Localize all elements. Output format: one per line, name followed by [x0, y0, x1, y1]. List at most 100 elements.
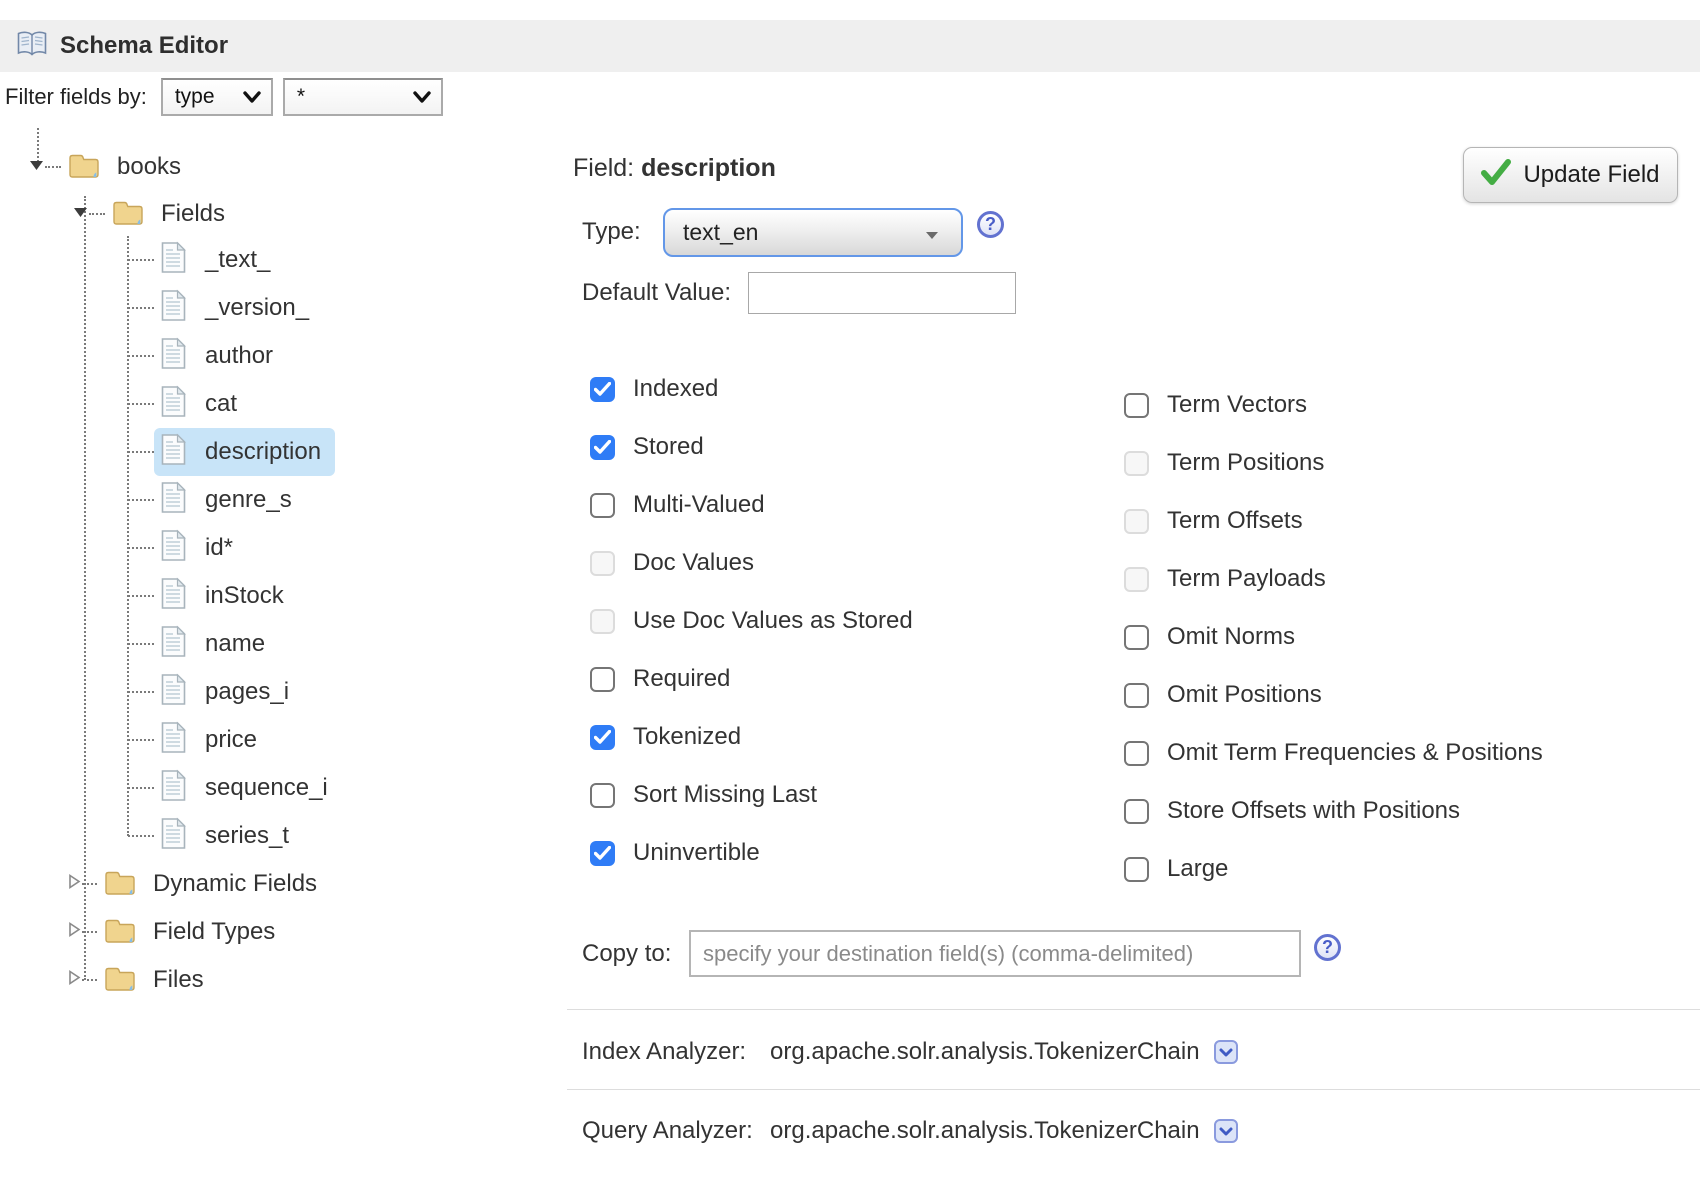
- tree-field-id[interactable]: id*: [128, 526, 247, 570]
- field-flag-label: Required: [633, 665, 730, 693]
- checked-checkbox[interactable]: [590, 377, 615, 402]
- tree-folder-dynamic-fields[interactable]: Dynamic Fields: [66, 862, 317, 906]
- tree-node-fields[interactable]: Fields: [72, 192, 225, 236]
- default-value-input[interactable]: [748, 272, 1016, 314]
- type-label: Type:: [582, 218, 641, 246]
- green-check-icon: [1481, 158, 1511, 193]
- checkbox[interactable]: [590, 551, 615, 576]
- document-icon: [160, 433, 187, 471]
- field-title-name: description: [641, 154, 776, 182]
- field-flag-label: Multi-Valued: [633, 491, 765, 519]
- field-flag-label: Term Payloads: [1167, 565, 1326, 593]
- flag-omit-positions: Omit Positions: [1124, 666, 1543, 724]
- checkbox[interactable]: [1124, 393, 1149, 418]
- chevron-down-icon: [413, 85, 431, 109]
- tree-connector-line: [128, 739, 154, 741]
- tree-field-inStock[interactable]: inStock: [128, 574, 298, 618]
- triangle-expanded-icon[interactable]: [28, 157, 45, 178]
- field-title-label: Field:: [573, 154, 634, 182]
- tree-field-cat[interactable]: cat: [128, 382, 251, 426]
- tree-field-label: price: [205, 726, 257, 754]
- type-help-icon[interactable]: [977, 211, 1004, 238]
- copy-to-input[interactable]: [689, 930, 1301, 977]
- flag-required: Required: [590, 650, 913, 708]
- filter-type-select[interactable]: type: [161, 78, 273, 116]
- tree-field-author[interactable]: author: [128, 334, 287, 378]
- checked-checkbox[interactable]: [590, 435, 615, 460]
- tree-field-_version_[interactable]: _version_: [128, 286, 323, 330]
- open-book-icon: [16, 30, 48, 63]
- tree-connector-line: [89, 213, 105, 215]
- checkbox[interactable]: [1124, 567, 1149, 592]
- tree-folder-label: Dynamic Fields: [153, 870, 317, 898]
- update-field-button[interactable]: Update Field: [1463, 147, 1678, 203]
- checkbox[interactable]: [1124, 625, 1149, 650]
- tree-field-genre_s[interactable]: genre_s: [128, 478, 306, 522]
- tree-field-label: cat: [205, 390, 237, 418]
- filter-label: Filter fields by:: [5, 84, 147, 110]
- tree-connector-line: [82, 979, 97, 981]
- tree-field-_text_[interactable]: _text_: [128, 238, 284, 282]
- document-icon: [160, 577, 187, 615]
- checked-checkbox[interactable]: [590, 725, 615, 750]
- tree-connector-line: [128, 307, 154, 309]
- document-icon: [160, 817, 187, 855]
- chevron-down-icon[interactable]: [1214, 1040, 1238, 1064]
- flag-store-offsets-with-positions: Store Offsets with Positions: [1124, 782, 1543, 840]
- tree-field-name[interactable]: name: [128, 622, 279, 666]
- divider: [567, 1089, 1700, 1090]
- default-value-label: Default Value:: [582, 279, 731, 307]
- tree-field-pages_i[interactable]: pages_i: [128, 670, 303, 714]
- document-icon: [160, 673, 187, 711]
- tree-connector-line: [128, 451, 154, 453]
- type-select[interactable]: text_en: [663, 208, 963, 257]
- copy-to-help-icon[interactable]: [1314, 934, 1341, 961]
- checkbox[interactable]: [1124, 799, 1149, 824]
- page-header: Schema Editor: [0, 20, 1700, 72]
- field-flag-label: Indexed: [633, 375, 718, 403]
- tree-connector-line: [128, 787, 154, 789]
- triangle-collapsed-icon[interactable]: [66, 921, 82, 943]
- checkbox[interactable]: [1124, 509, 1149, 534]
- tree-node-label: books: [117, 153, 181, 181]
- checkbox[interactable]: [1124, 451, 1149, 476]
- checked-checkbox[interactable]: [590, 841, 615, 866]
- tree-field-price[interactable]: price: [128, 718, 271, 762]
- flag-stored: Stored: [590, 418, 913, 476]
- tree-field-description[interactable]: description: [128, 430, 335, 474]
- tree-field-series_t[interactable]: series_t: [128, 814, 303, 858]
- checkbox[interactable]: [590, 783, 615, 808]
- chevron-down-icon: [925, 219, 939, 246]
- triangle-collapsed-icon[interactable]: [66, 969, 82, 991]
- document-icon: [160, 769, 187, 807]
- index-analyzer-row: Index Analyzer: org.apache.solr.analysis…: [582, 1038, 1238, 1066]
- flag-indexed: Indexed: [590, 360, 913, 418]
- tree-connector-line: [128, 355, 154, 357]
- triangle-collapsed-icon[interactable]: [66, 873, 82, 895]
- checkbox[interactable]: [590, 609, 615, 634]
- tree-field-label: description: [205, 438, 321, 466]
- checkbox[interactable]: [1124, 683, 1149, 708]
- page-title: Schema Editor: [60, 32, 228, 60]
- checkbox[interactable]: [1124, 741, 1149, 766]
- tree-field-label: pages_i: [205, 678, 289, 706]
- field-flags-left-column: Indexed Stored Multi-Valued Doc Values U…: [590, 360, 913, 882]
- tree-folder-field-types[interactable]: Field Types: [66, 910, 275, 954]
- flag-large: Large: [1124, 840, 1543, 898]
- flag-term-offsets: Term Offsets: [1124, 492, 1543, 550]
- tree-field-label: inStock: [205, 582, 284, 610]
- folder-icon: [103, 963, 137, 998]
- triangle-expanded-icon[interactable]: [72, 204, 89, 225]
- chevron-down-icon[interactable]: [1214, 1119, 1238, 1143]
- checkbox[interactable]: [590, 493, 615, 518]
- tree-field-sequence_i[interactable]: sequence_i: [128, 766, 342, 810]
- field-flag-label: Term Offsets: [1167, 507, 1303, 535]
- checkbox[interactable]: [1124, 857, 1149, 882]
- filter-pattern-select[interactable]: *: [283, 78, 443, 116]
- flag-multi-valued: Multi-Valued: [590, 476, 913, 534]
- tree-node-books[interactable]: books: [28, 145, 181, 189]
- tree-folder-files[interactable]: Files: [66, 958, 204, 1002]
- document-icon: [160, 337, 187, 375]
- field-flag-label: Term Positions: [1167, 449, 1324, 477]
- checkbox[interactable]: [590, 667, 615, 692]
